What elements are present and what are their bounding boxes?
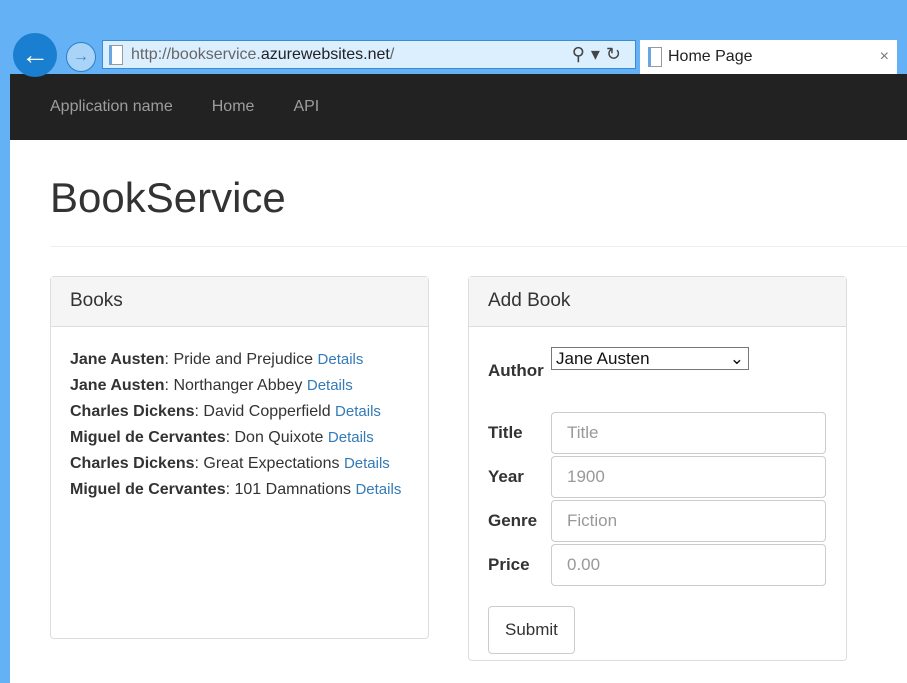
chevron-down-icon: ⌄	[729, 348, 744, 368]
form-row: Title Title	[488, 412, 827, 454]
nav-api[interactable]: API	[293, 98, 319, 116]
book-author: Charles Dickens	[70, 455, 195, 472]
forward-button[interactable]: →	[66, 42, 96, 72]
title-input[interactable]: Title	[551, 412, 826, 454]
book-author: Charles Dickens	[70, 403, 195, 420]
details-link[interactable]: Details	[335, 403, 381, 420]
url-prefix: http://bookservice.	[131, 45, 261, 63]
field-label: Title	[488, 423, 523, 442]
nav-home[interactable]: Home	[212, 98, 255, 116]
page-title: BookService	[50, 174, 286, 221]
price-input[interactable]: 0.00	[551, 544, 826, 586]
form-row: Price 0.00	[488, 544, 827, 586]
form-row: Year 1900	[488, 456, 827, 498]
brand-link[interactable]: Application name	[50, 98, 173, 116]
book-item: Jane Austen: Pride and Prejudice Details	[70, 351, 364, 368]
page-icon	[648, 47, 662, 67]
submit-button[interactable]: Submit	[488, 606, 575, 654]
book-title: Don Quixote	[234, 429, 324, 446]
divider	[50, 246, 907, 247]
author-value: Jane Austen	[556, 348, 650, 368]
panel-heading: Books	[51, 277, 428, 327]
panel-heading: Add Book	[469, 277, 846, 327]
form-row: Genre Fiction	[488, 500, 827, 542]
year-input[interactable]: 1900	[551, 456, 826, 498]
tab-title: Home Page	[668, 48, 753, 65]
url-suffix: /	[389, 45, 395, 63]
browser-chrome: ← → http://bookservice. azurewebsites.net…	[0, 0, 907, 77]
details-link[interactable]: Details	[328, 429, 374, 446]
field-label: Year	[488, 467, 524, 486]
books-panel: Books Jane Austen: Pride and Prejudice D…	[50, 276, 429, 639]
book-title: Great Expectations	[203, 455, 340, 472]
book-item: Jane Austen: Northanger Abbey Details	[70, 377, 353, 394]
tab-home-page[interactable]: Home Page ×	[640, 40, 897, 74]
navbar: Application name Home API	[10, 74, 907, 140]
author-label: Author	[488, 361, 544, 380]
author-select[interactable]: Jane Austen ⌄	[551, 347, 749, 370]
book-item: Miguel de Cervantes: 101 Damnations Deta…	[70, 481, 402, 498]
close-tab-icon[interactable]: ×	[880, 48, 889, 66]
book-item: Charles Dickens: David Copperfield Detai…	[70, 403, 381, 420]
search-refresh-icons[interactable]: ⚲▾↻	[572, 44, 627, 65]
book-title: 101 Damnations	[234, 481, 352, 498]
book-item: Miguel de Cervantes: Don Quixote Details	[70, 429, 374, 446]
back-button[interactable]: ←	[13, 33, 57, 77]
book-author: Jane Austen	[70, 351, 165, 368]
genre-input[interactable]: Fiction	[551, 500, 826, 542]
book-title: Northanger Abbey	[173, 377, 303, 394]
book-author: Miguel de Cervantes	[70, 429, 226, 446]
field-label: Price	[488, 555, 530, 574]
address-bar[interactable]: http://bookservice. azurewebsites.net / ⚲▾…	[102, 40, 636, 69]
url-domain: azurewebsites.net	[260, 45, 390, 63]
details-link[interactable]: Details	[355, 481, 401, 498]
page-icon	[109, 44, 123, 65]
book-title: Pride and Prejudice	[173, 351, 314, 368]
book-item: Charles Dickens: Great Expectations Deta…	[70, 455, 390, 472]
details-link[interactable]: Details	[307, 377, 353, 394]
field-label: Genre	[488, 511, 538, 530]
details-link[interactable]: Details	[318, 351, 364, 368]
book-author: Jane Austen	[70, 377, 165, 394]
book-title: David Copperfield	[203, 403, 331, 420]
add-book-panel: Add Book Author Jane Austen ⌄ Title Title Y…	[468, 276, 847, 661]
book-author: Miguel de Cervantes	[70, 481, 226, 498]
book-list: Jane Austen: Pride and Prejudice Details…	[51, 327, 428, 523]
web-page: Application name Home API BookService Bo…	[10, 74, 907, 683]
details-link[interactable]: Details	[344, 455, 390, 472]
